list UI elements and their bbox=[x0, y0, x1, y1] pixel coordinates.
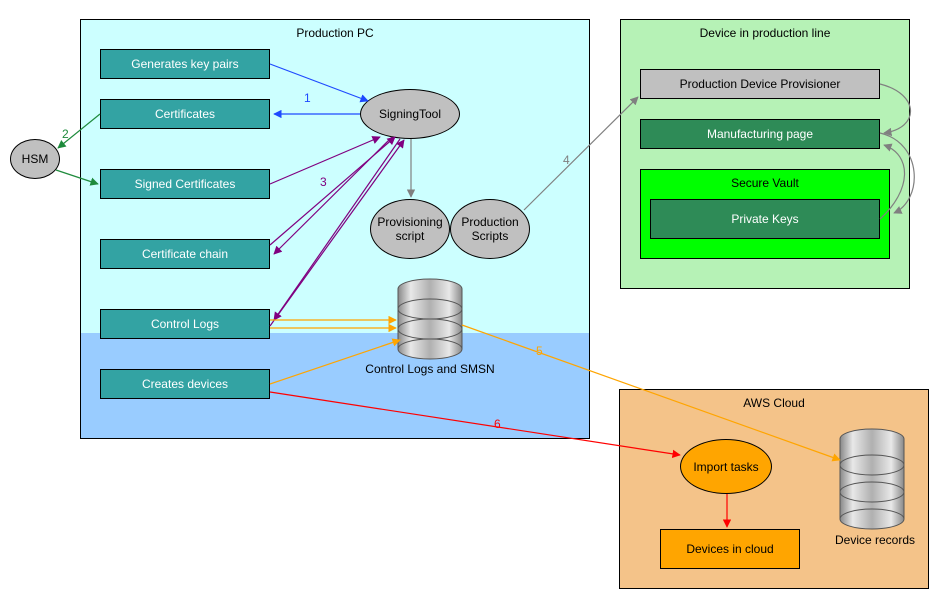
device-provisioner-box: Production Device Provisioner bbox=[640, 69, 880, 99]
gen-key-pairs-box: Generates key pairs bbox=[100, 49, 270, 79]
control-logs-smsn-label: Control Logs and SMSN bbox=[360, 362, 500, 376]
production-scripts-ellipse: Production Scripts bbox=[450, 199, 530, 259]
creates-devices-box: Creates devices bbox=[100, 369, 270, 399]
hsm-ellipse: HSM bbox=[10, 139, 60, 179]
production-pc-title: Production PC bbox=[80, 26, 590, 40]
cert-chain-box: Certificate chain bbox=[100, 239, 270, 269]
edge-label-4: 4 bbox=[563, 153, 570, 167]
secure-vault-title: Secure Vault bbox=[640, 176, 890, 190]
edge-label-6: 6 bbox=[494, 417, 501, 431]
private-keys-box: Private Keys bbox=[650, 199, 880, 239]
edge-label-1: 1 bbox=[304, 91, 311, 105]
edge-label-5: 5 bbox=[536, 344, 543, 358]
manufacturing-page-box: Manufacturing page bbox=[640, 119, 880, 149]
certificates-box: Certificates bbox=[100, 99, 270, 129]
device-records-label: Device records bbox=[825, 533, 925, 547]
import-tasks-ellipse: Import tasks bbox=[680, 439, 772, 494]
device-title: Device in production line bbox=[620, 26, 910, 40]
devices-in-cloud-box: Devices in cloud bbox=[660, 529, 800, 569]
signing-tool-ellipse: SigningTool bbox=[360, 89, 460, 139]
control-logs-box: Control Logs bbox=[100, 309, 270, 339]
edge-label-2: 2 bbox=[62, 127, 69, 141]
signed-certs-box: Signed Certificates bbox=[100, 169, 270, 199]
edge-label-3: 3 bbox=[320, 175, 327, 189]
provisioning-script-ellipse: Provisioning script bbox=[370, 199, 450, 259]
aws-cloud-title: AWS Cloud bbox=[619, 396, 929, 410]
